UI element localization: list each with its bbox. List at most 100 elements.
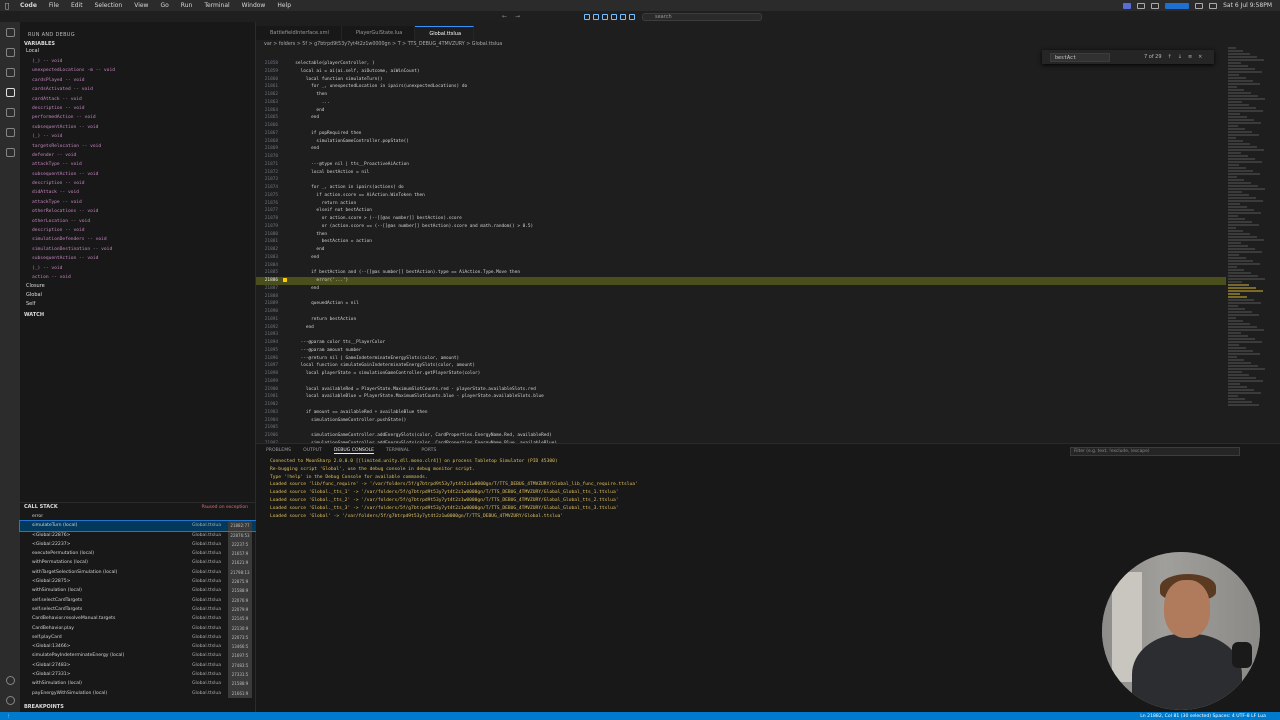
tab-problems[interactable]: PROBLEMS [266,448,291,454]
line-number[interactable]: 21865 [256,114,280,122]
wifi-icon[interactable] [1137,2,1146,9]
line-number[interactable]: 21879 [256,223,280,231]
line-number[interactable]: 21867 [256,130,280,138]
code-line[interactable]: 21905 [256,424,1226,432]
gutter[interactable] [280,76,290,84]
callstack-frame[interactable]: CardBehavior.resolveManual.targets Global… [20,614,256,624]
code-line[interactable]: 21861 for _, unexpectedLocation in ipair… [256,83,1226,91]
callstack-frame[interactable]: withPermutations (local) Global.ttslua 216… [20,558,256,568]
scope-global[interactable]: Global [20,291,255,300]
line-number[interactable]: 21864 [256,107,280,115]
code-line[interactable]: 21872 local bestAction = nil [256,169,1226,177]
line-number[interactable]: 21868 [256,138,280,146]
code-line[interactable]: 21865 end [256,114,1226,122]
gutter[interactable] [280,107,290,115]
code-line[interactable]: 21906 simulationGameController.addEnergy… [256,432,1226,440]
menu-terminal[interactable]: Terminal [198,2,235,9]
gutter[interactable] [280,91,290,99]
gutter[interactable] [280,215,290,223]
line-number[interactable]: 21890 [256,308,280,316]
line-number[interactable]: 21870 [256,153,280,161]
gutter[interactable] [280,417,290,425]
menu-view[interactable]: View [128,2,154,9]
testing-icon[interactable] [0,142,20,162]
gutter[interactable] [280,316,290,324]
code-line[interactable]: 21892 end [256,324,1226,332]
gutter[interactable] [280,114,290,122]
line-number[interactable]: 21903 [256,409,280,417]
code-line[interactable]: 21881 bestAction = action [256,238,1226,246]
gutter[interactable] [280,153,290,161]
search-icon[interactable] [0,42,20,62]
line-number[interactable]: 21874 [256,184,280,192]
volume-icon[interactable] [1151,2,1160,9]
extensions-icon[interactable] [0,102,20,122]
code-line[interactable]: 21895 ---@param amount number [256,347,1226,355]
gutter[interactable] [280,138,290,146]
line-number[interactable]: 21885 [256,269,280,277]
line-number[interactable]: 21900 [256,386,280,394]
line-number[interactable]: 21886 [256,277,280,285]
code-line[interactable]: 21886 error('...') [256,277,1226,285]
callstack-frame[interactable]: <Global:22876> Global.ttslua 22876:53 [20,530,256,540]
line-number[interactable]: 21892 [256,324,280,332]
line-number[interactable]: 21877 [256,207,280,215]
gutter[interactable] [280,60,290,68]
gutter[interactable] [280,192,290,200]
code-line[interactable]: 21860 local function simulateTurn() [256,76,1226,84]
minimap[interactable] [1228,46,1272,441]
command-center-search[interactable]: search [642,12,762,21]
line-number[interactable]: 21898 [256,370,280,378]
tab-ports[interactable]: PORTS [421,448,436,454]
status-right[interactable]: Ln 21882, Col 81 (30 selected) Spaces: 4… [1140,714,1280,719]
gutter[interactable] [280,300,290,308]
line-number[interactable]: 21882 [256,246,280,254]
code-line[interactable]: 21903 if amount == availableRed + availa… [256,409,1226,417]
line-number[interactable]: 21869 [256,145,280,153]
console-filter-input[interactable]: Filter (e.g. text, !exclude, \escape) [1070,447,1240,456]
variable-item[interactable]: otherLocation -- void [20,217,255,226]
menu-run[interactable]: Run [175,2,199,9]
gutter[interactable] [280,262,290,270]
line-number[interactable]: 21858 [256,60,280,68]
code-line[interactable]: 21868 simulationGameController.popState(… [256,138,1226,146]
line-number[interactable]: 21881 [256,238,280,246]
menu-go[interactable]: Go [154,2,174,9]
gutter[interactable] [280,424,290,432]
line-number[interactable]: 21902 [256,401,280,409]
code-line[interactable]: 21870 [256,153,1226,161]
settings-gear-icon[interactable] [0,692,20,708]
stop-icon[interactable] [629,13,635,20]
callstack-frame[interactable]: CardBehavior.play Global.ttslua 22130:9 [20,623,256,633]
gutter[interactable] [280,347,290,355]
variable-item[interactable]: description -- void [20,179,255,188]
callstack-frame[interactable]: self.selectCardTargets Global.ttslua 22079… [20,604,256,615]
breadcrumb[interactable]: var > folders > 5f > g7btrpd9t53y7yt4t2z… [264,42,502,47]
gutter[interactable] [280,308,290,316]
back-arrow-icon[interactable]: ← [502,13,507,20]
gutter[interactable] [280,68,290,76]
tab-global-ttslua[interactable]: Global.ttslua [415,26,475,40]
run-debug-icon[interactable] [0,82,20,102]
code-line[interactable]: 21894 ---@param color tts__PlayerColor [256,339,1226,347]
recording-icon[interactable] [1165,2,1190,9]
line-number[interactable]: 21893 [256,331,280,339]
tab-player-gui-state[interactable]: PlayerGuiState.lua [341,26,416,40]
clock[interactable]: Sat 6 Jul 9:58PM [1223,2,1272,9]
control-center-icon[interactable] [1209,2,1218,9]
source-control-icon[interactable] [0,62,20,82]
line-number[interactable]: 21904 [256,417,280,425]
line-number[interactable]: 21887 [256,285,280,293]
tab-debug-console[interactable]: DEBUG CONSOLE [333,448,375,454]
code-line[interactable]: 21866 [256,122,1226,130]
callstack-frame[interactable]: withSimulation (local) Global.ttslua 21588… [20,586,256,596]
gutter[interactable] [280,83,290,91]
line-number[interactable]: 21899 [256,378,280,386]
gutter[interactable] [280,99,290,107]
line-number[interactable]: 21901 [256,393,280,401]
line-number[interactable]: 21878 [256,215,280,223]
gutter[interactable] [280,169,290,177]
callstack-frame[interactable]: <Global:22875> Global.ttslua 22875:9 [20,577,256,587]
line-number[interactable]: 21859 [256,68,280,76]
apple-icon[interactable]:  [0,2,14,10]
